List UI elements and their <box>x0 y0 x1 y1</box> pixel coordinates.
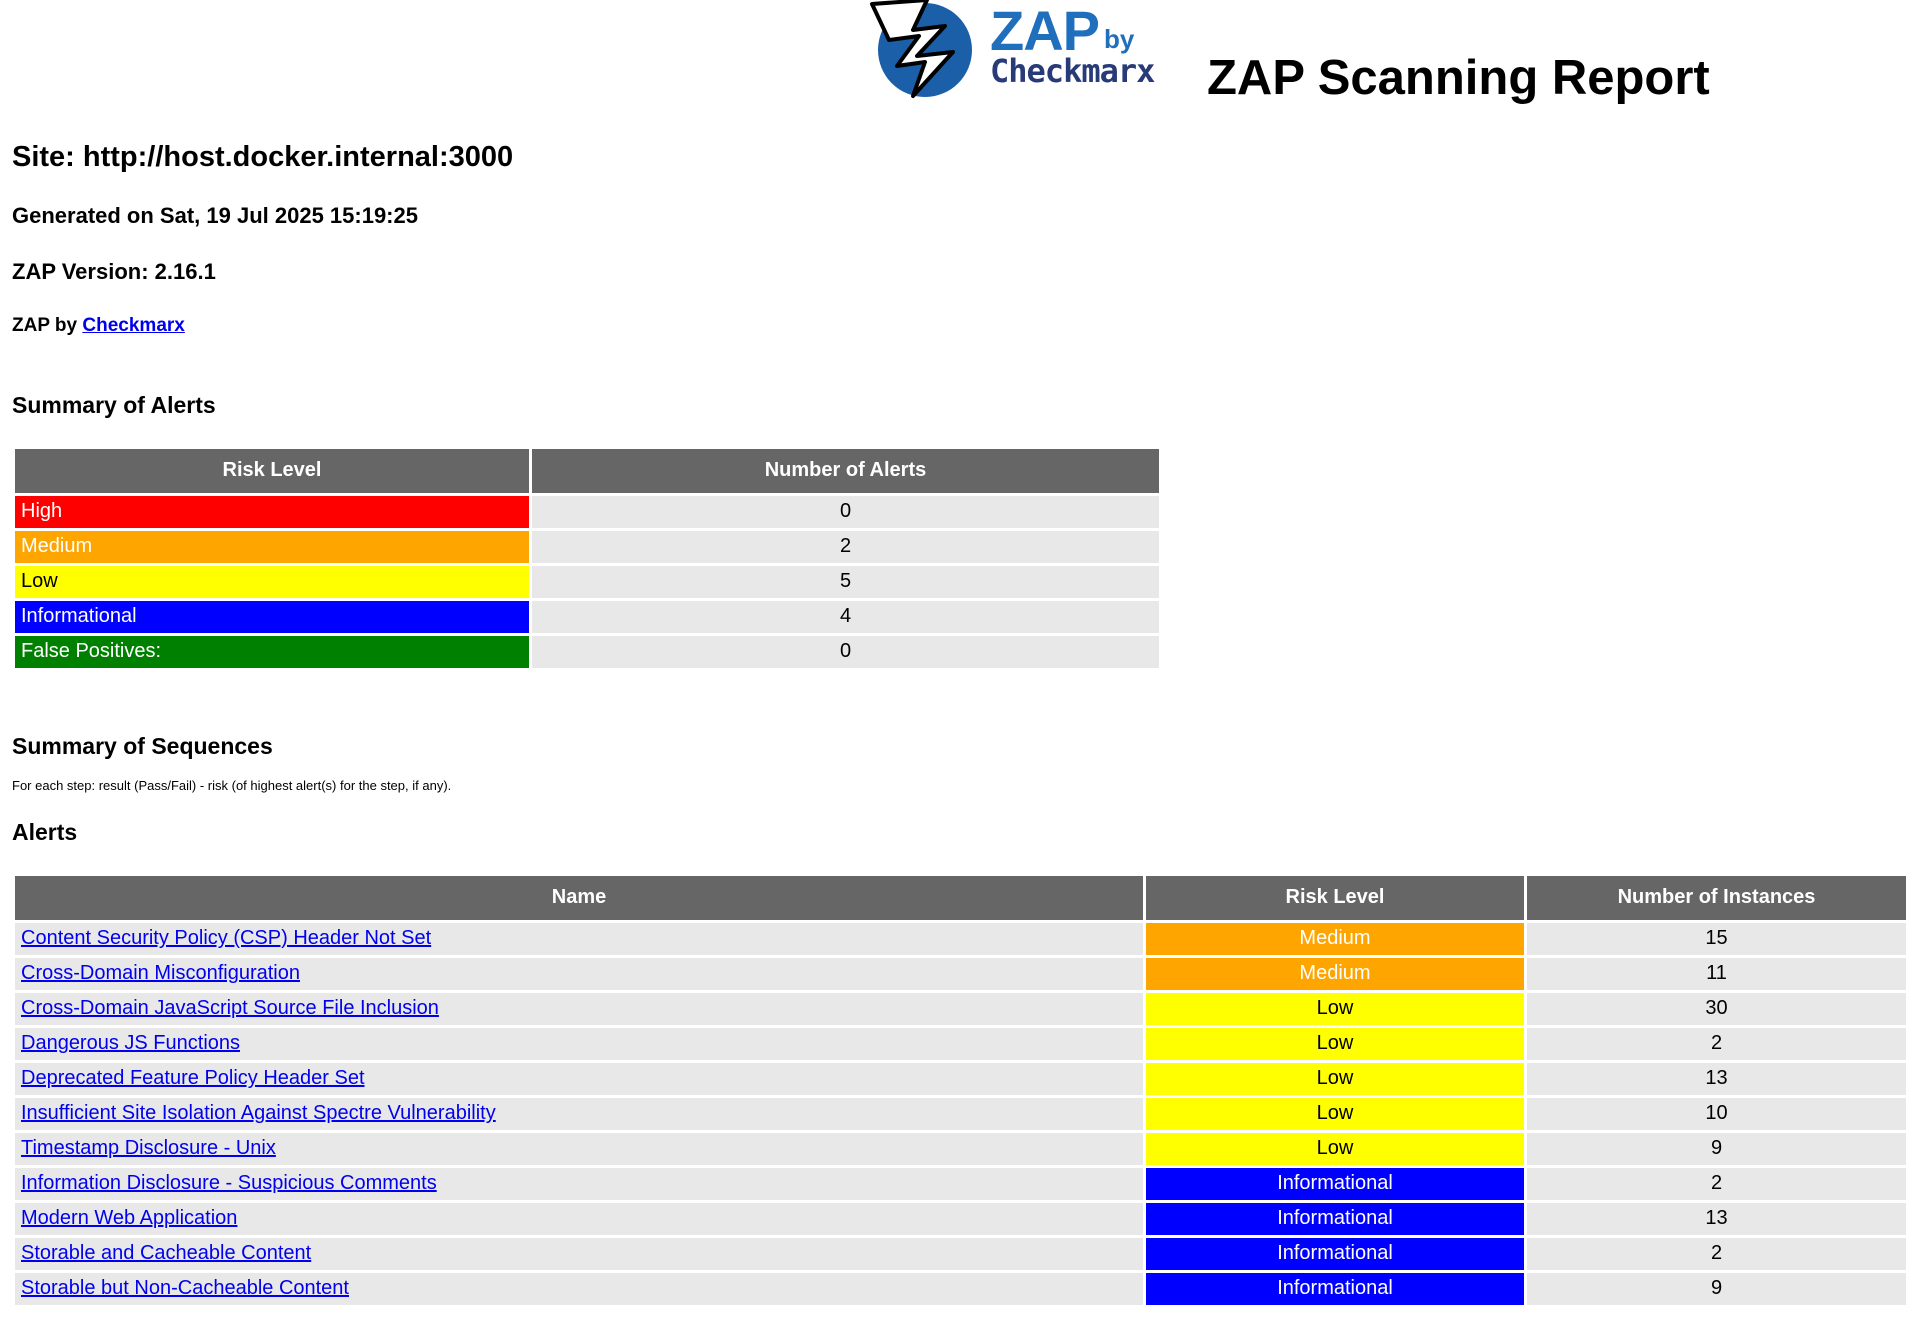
page-title: ZAP Scanning Report <box>1207 51 1710 105</box>
alert-count-cell: 4 <box>532 600 1159 633</box>
alert-risk-cell: Informational <box>1146 1237 1524 1270</box>
column-header-number-of-instances: Number of Instances <box>1527 875 1906 920</box>
alert-row: Deprecated Feature Policy Header Set Low 1… <box>15 1062 1906 1095</box>
alert-risk-cell: Medium <box>1146 922 1524 955</box>
alert-count-cell: 0 <box>532 495 1159 528</box>
alert-instances-cell: 15 <box>1527 922 1906 955</box>
alert-instances-cell: 11 <box>1527 957 1906 990</box>
alert-name-cell: Insufficient Site Isolation Against Spec… <box>15 1097 1143 1130</box>
alert-instances-cell: 2 <box>1527 1167 1906 1200</box>
risk-level-cell: High <box>15 495 529 528</box>
lightning-bolt-icon <box>870 0 972 98</box>
alerts-title: Alerts <box>12 818 78 845</box>
alert-row: Dangerous JS Functions Low 2 <box>15 1027 1906 1060</box>
sequences-note: For each step: result (Pass/Fail) - risk… <box>12 777 452 793</box>
alert-name-link[interactable]: Information Disclosure - Suspicious Comm… <box>21 1172 437 1194</box>
alert-row: Timestamp Disclosure - Unix Low 9 <box>15 1132 1906 1165</box>
column-header-risk-level: Risk Level <box>1146 875 1524 920</box>
alert-instances-cell: 9 <box>1527 1132 1906 1165</box>
column-header-name: Name <box>15 875 1143 920</box>
alert-name-link[interactable]: Cross-Domain Misconfiguration <box>21 962 300 984</box>
alert-name-cell: Deprecated Feature Policy Header Set <box>15 1062 1143 1095</box>
alert-row: Cross-Domain JavaScript Source File Incl… <box>15 992 1906 1025</box>
alert-instances-cell: 13 <box>1527 1202 1906 1235</box>
logo-checkmarx-text: Checkmarx <box>990 52 1155 90</box>
alert-instances-cell: 2 <box>1527 1027 1906 1060</box>
alert-risk-cell: Medium <box>1146 957 1524 990</box>
zap-by-line: ZAP by Checkmarx <box>12 315 1901 337</box>
summary-alerts-header-row: Risk Level Number of Alerts <box>15 448 1159 493</box>
version-heading: ZAP Version: 2.16.1 <box>12 258 216 284</box>
alert-name-link[interactable]: Insufficient Site Isolation Against Spec… <box>21 1102 496 1124</box>
alert-name-link[interactable]: Storable and Cacheable Content <box>21 1242 311 1264</box>
alert-risk-cell: Low <box>1146 1027 1524 1060</box>
alert-name-cell: Dangerous JS Functions <box>15 1027 1143 1060</box>
alert-row: Insufficient Site Isolation Against Spec… <box>15 1097 1906 1130</box>
alert-instances-cell: 30 <box>1527 992 1906 1025</box>
alert-name-cell: Storable but Non-Cacheable Content <box>15 1272 1143 1305</box>
logo-by-text: by <box>1104 24 1135 54</box>
alert-row: Storable but Non-Cacheable Content Inform… <box>15 1272 1906 1305</box>
risk-level-cell: Low <box>15 565 529 598</box>
zap-checkmarx-logo: ZAP by Checkmarx <box>867 0 1197 100</box>
summary-row: Medium 2 <box>15 530 1159 563</box>
checkmarx-link[interactable]: Checkmarx <box>82 315 184 336</box>
alert-name-link[interactable]: Cross-Domain JavaScript Source File Incl… <box>21 997 439 1019</box>
alert-name-cell: Timestamp Disclosure - Unix <box>15 1132 1143 1165</box>
summary-row: High 0 <box>15 495 1159 528</box>
alert-name-cell: Storable and Cacheable Content <box>15 1237 1143 1270</box>
generated-heading: Generated on Sat, 19 Jul 2025 15:19:25 <box>12 202 418 228</box>
report-header: ZAP by Checkmarx ZAP Scanning Report <box>12 0 1901 120</box>
alerts-header-row: Name Risk Level Number of Instances <box>15 875 1906 920</box>
alert-name-link[interactable]: Deprecated Feature Policy Header Set <box>21 1067 365 1089</box>
alert-instances-cell: 9 <box>1527 1272 1906 1305</box>
alert-name-link[interactable]: Dangerous JS Functions <box>21 1032 240 1054</box>
column-header-risk-level: Risk Level <box>15 448 529 493</box>
alert-risk-cell: Low <box>1146 1062 1524 1095</box>
alert-name-link[interactable]: Storable but Non-Cacheable Content <box>21 1277 349 1299</box>
alert-risk-cell: Low <box>1146 1132 1524 1165</box>
alert-risk-cell: Informational <box>1146 1202 1524 1235</box>
alert-row: Modern Web Application Informational 13 <box>15 1202 1906 1235</box>
alert-name-link[interactable]: Content Security Policy (CSP) Header Not… <box>21 927 431 949</box>
alert-row: Storable and Cacheable Content Informatio… <box>15 1237 1906 1270</box>
alert-name-link[interactable]: Timestamp Disclosure - Unix <box>21 1137 276 1159</box>
column-header-number-of-alerts: Number of Alerts <box>532 448 1159 493</box>
summary-row: Low 5 <box>15 565 1159 598</box>
alert-name-link[interactable]: Modern Web Application <box>21 1207 237 1229</box>
alert-count-cell: 0 <box>532 635 1159 668</box>
alert-name-cell: Cross-Domain Misconfiguration <box>15 957 1143 990</box>
summary-sequences-title: Summary of Sequences <box>12 732 273 759</box>
risk-level-cell: Medium <box>15 530 529 563</box>
alert-name-cell: Modern Web Application <box>15 1202 1143 1235</box>
alert-row: Information Disclosure - Suspicious Comm… <box>15 1167 1906 1200</box>
zap-by-prefix: ZAP by <box>12 314 83 336</box>
summary-row: False Positives: 0 <box>15 635 1159 668</box>
alert-name-cell: Cross-Domain JavaScript Source File Incl… <box>15 992 1143 1025</box>
alert-count-cell: 2 <box>532 530 1159 563</box>
alert-instances-cell: 13 <box>1527 1062 1906 1095</box>
alert-count-cell: 5 <box>532 565 1159 598</box>
alert-risk-cell: Informational <box>1146 1272 1524 1305</box>
site-heading: Site: http://host.docker.internal:3000 <box>12 141 514 173</box>
alert-risk-cell: Low <box>1146 992 1524 1025</box>
alert-row: Content Security Policy (CSP) Header Not… <box>15 922 1906 955</box>
alert-risk-cell: Informational <box>1146 1167 1524 1200</box>
alert-name-cell: Content Security Policy (CSP) Header Not… <box>15 922 1143 955</box>
summary-row: Informational 4 <box>15 600 1159 633</box>
alert-risk-cell: Low <box>1146 1097 1524 1130</box>
risk-level-cell: False Positives: <box>15 635 529 668</box>
alert-row: Cross-Domain Misconfiguration Medium 11 <box>15 957 1906 990</box>
risk-level-cell: Informational <box>15 600 529 633</box>
alert-name-cell: Information Disclosure - Suspicious Comm… <box>15 1167 1143 1200</box>
alerts-table: Name Risk Level Number of Instances Cont… <box>12 873 1909 1308</box>
summary-alerts-table: Risk Level Number of Alerts High 0 Medium 2… <box>12 446 1162 671</box>
alert-instances-cell: 10 <box>1527 1097 1906 1130</box>
alert-instances-cell: 2 <box>1527 1237 1906 1270</box>
summary-alerts-title: Summary of Alerts <box>12 391 216 418</box>
